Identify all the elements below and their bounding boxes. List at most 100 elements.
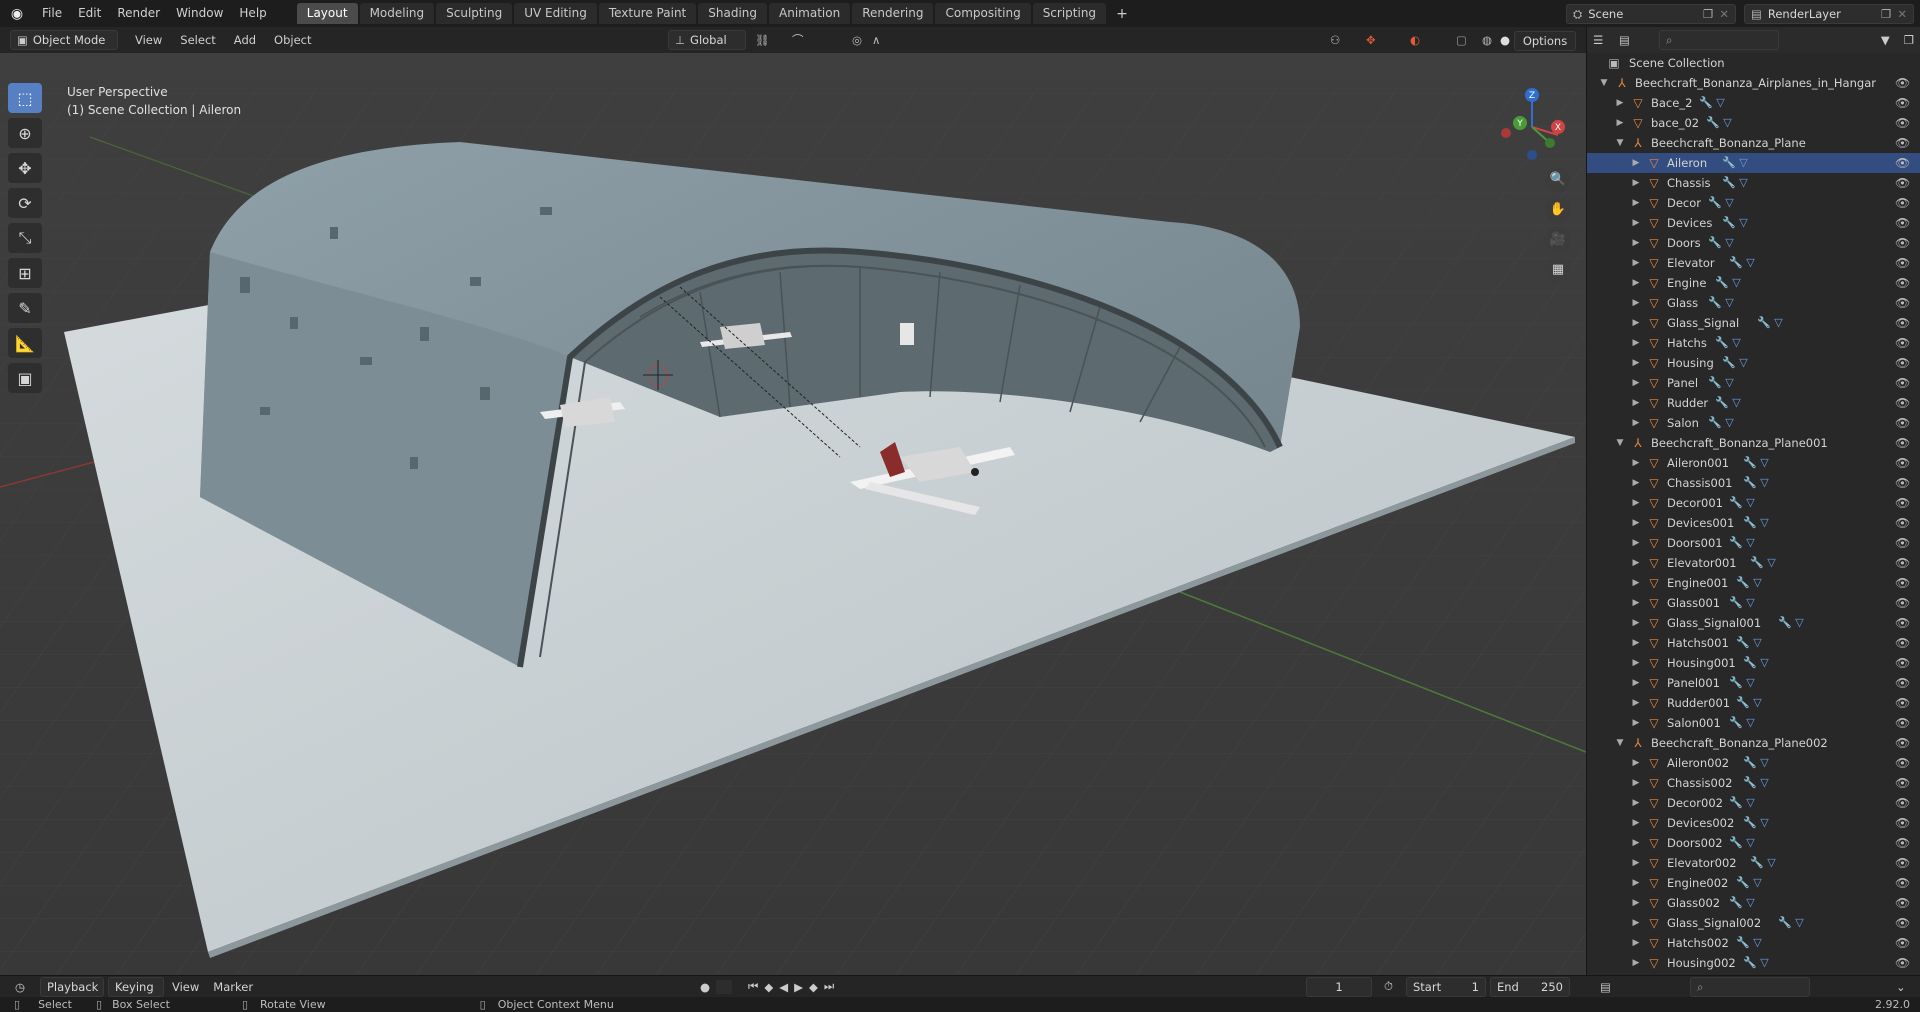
outliner-row[interactable]: ▶ ▽ Doors001 🔧 ▽ 👁 xyxy=(1587,533,1920,553)
outliner-row[interactable]: ▶ ▽ Rudder001 🔧 ▽ 👁 xyxy=(1587,693,1920,713)
modifier-data-icon[interactable]: 🔧 ▽ xyxy=(1729,673,1755,693)
expand-icon[interactable]: ▶ xyxy=(1631,593,1641,613)
outliner-row[interactable]: ▶ ▽ Glass_Signal 🔧 ▽ 👁 xyxy=(1587,313,1920,333)
eye-icon[interactable]: 👁 xyxy=(1895,713,1910,733)
tab-rendering[interactable]: Rendering xyxy=(852,3,934,24)
outliner-row[interactable]: ▶ ▽ Salon 🔧 ▽ 👁 xyxy=(1587,413,1920,433)
mesh-object-icon[interactable]: ▽ xyxy=(1647,273,1661,293)
eye-icon[interactable]: 👁 xyxy=(1895,73,1910,93)
keying-set-icon[interactable] xyxy=(716,979,733,994)
expand-icon[interactable]: ▶ xyxy=(1631,833,1641,853)
outliner-row[interactable]: ▶ ▽ Elevator001 🔧 ▽ 👁 xyxy=(1587,553,1920,573)
tab-shading[interactable]: Shading xyxy=(698,3,767,24)
next-keyframe-icon[interactable]: ◆ xyxy=(809,980,818,994)
playback-menu[interactable]: Playback xyxy=(40,976,104,997)
outliner-row[interactable]: ▶ ▽ Housing 🔧 ▽ 👁 xyxy=(1587,353,1920,373)
expand-icon[interactable]: ▶ xyxy=(1631,713,1641,733)
eye-icon[interactable]: 👁 xyxy=(1895,873,1910,893)
modifier-data-icon[interactable]: 🔧 ▽ xyxy=(1729,713,1755,733)
outliner-row[interactable]: ▶ ▽ Engine 🔧 ▽ 👁 xyxy=(1587,273,1920,293)
modifier-data-icon[interactable]: 🔧 ▽ xyxy=(1750,553,1776,573)
expand-icon[interactable]: ▶ xyxy=(1631,473,1641,493)
tab-sculpting[interactable]: Sculpting xyxy=(436,3,513,24)
outliner-row[interactable]: ▶ ▽ Chassis001 🔧 ▽ 👁 xyxy=(1587,473,1920,493)
expand-icon[interactable]: ▶ xyxy=(1631,813,1641,833)
outliner-row[interactable]: ▶ ▽ Decor002 🔧 ▽ 👁 xyxy=(1587,793,1920,813)
outliner-row[interactable]: ▶ ▽ Doors002 🔧 ▽ 👁 xyxy=(1587,833,1920,853)
modifier-data-icon[interactable]: 🔧 ▽ xyxy=(1736,633,1762,653)
properties-expand-icon[interactable]: ⌄ xyxy=(1896,980,1906,994)
eye-icon[interactable]: 👁 xyxy=(1895,853,1910,873)
expand-icon[interactable]: ▶ xyxy=(1631,853,1641,873)
modifier-data-icon[interactable]: 🔧 ▽ xyxy=(1729,833,1755,853)
eye-icon[interactable]: 👁 xyxy=(1895,553,1910,573)
play-icon[interactable]: ▶ xyxy=(794,980,803,994)
outliner-row[interactable]: ▼ ⅄ Beechcraft_Bonanza_Plane002 👁 xyxy=(1587,733,1920,753)
end-frame-field[interactable]: End 250 xyxy=(1490,976,1570,997)
mesh-object-icon[interactable]: ▽ xyxy=(1647,213,1661,233)
outliner-row[interactable]: ▶ ▽ Panel 🔧 ▽ 👁 xyxy=(1587,373,1920,393)
mesh-object-icon[interactable]: ▽ xyxy=(1647,293,1661,313)
overlays-toggle-icon[interactable]: ◐ xyxy=(1410,33,1420,47)
mesh-object-icon[interactable]: ▽ xyxy=(1647,933,1661,953)
modifier-data-icon[interactable]: 🔧 ▽ xyxy=(1736,873,1762,893)
expand-icon[interactable]: ▶ xyxy=(1631,493,1641,513)
prev-keyframe-icon[interactable]: ◆ xyxy=(764,980,773,994)
modifier-data-icon[interactable]: 🔧 ▽ xyxy=(1743,813,1769,833)
mesh-object-icon[interactable]: ▽ xyxy=(1647,593,1661,613)
expand-icon[interactable]: ▶ xyxy=(1631,573,1641,593)
tab-texture-paint[interactable]: Texture Paint xyxy=(598,3,697,24)
expand-icon[interactable]: ▶ xyxy=(1631,173,1641,193)
eye-icon[interactable]: 👁 xyxy=(1895,313,1910,333)
eye-icon[interactable]: 👁 xyxy=(1895,733,1910,753)
eye-icon[interactable]: 👁 xyxy=(1895,533,1910,553)
mesh-object-icon[interactable]: ▽ xyxy=(1647,893,1661,913)
outliner-row[interactable]: ▶ ▽ Panel001 🔧 ▽ 👁 xyxy=(1587,673,1920,693)
menu-window[interactable]: Window xyxy=(168,0,231,27)
outliner-row[interactable]: ▶ ▽ bace_02 🔧 ▽ 👁 xyxy=(1587,113,1920,133)
outliner-row[interactable]: ▶ ▽ Aileron001 🔧 ▽ 👁 xyxy=(1587,453,1920,473)
timeline-view-menu[interactable]: View xyxy=(172,980,199,994)
outliner-row[interactable]: ▶ ▽ Glass001 🔧 ▽ 👁 xyxy=(1587,593,1920,613)
empty-object-icon[interactable]: ⅄ xyxy=(1631,433,1645,453)
outliner-row[interactable]: ▶ ▽ Aileron002 🔧 ▽ 👁 xyxy=(1587,753,1920,773)
collapse-icon[interactable]: ▼ xyxy=(1615,433,1625,453)
mesh-object-icon[interactable]: ▽ xyxy=(1647,513,1661,533)
eye-icon[interactable]: 👁 xyxy=(1895,753,1910,773)
expand-icon[interactable]: ▶ xyxy=(1631,693,1641,713)
ortho-grid-icon[interactable]: ▦ xyxy=(1545,257,1571,283)
record-icon[interactable]: ● xyxy=(700,980,710,994)
editor-type-icon[interactable]: ☰ xyxy=(1593,33,1619,47)
modifier-data-icon[interactable]: 🔧 ▽ xyxy=(1722,173,1748,193)
menu-edit[interactable]: Edit xyxy=(70,0,109,27)
proportional-edit-icon[interactable]: ◎ xyxy=(852,33,862,47)
eye-icon[interactable]: 👁 xyxy=(1895,773,1910,793)
expand-icon[interactable]: ▶ xyxy=(1631,333,1641,353)
properties-editor-icon[interactable]: ▤ xyxy=(1600,980,1611,994)
modifier-data-icon[interactable]: 🔧 ▽ xyxy=(1708,233,1734,253)
expand-icon[interactable]: ▶ xyxy=(1631,513,1641,533)
eye-icon[interactable]: 👁 xyxy=(1895,213,1910,233)
modifier-data-icon[interactable]: 🔧 ▽ xyxy=(1706,113,1732,133)
modifier-data-icon[interactable]: 🔧 ▽ xyxy=(1743,953,1769,973)
timeline-editor-icon[interactable]: ◷ xyxy=(0,980,40,994)
mesh-object-icon[interactable]: ▽ xyxy=(1647,573,1661,593)
expand-icon[interactable]: ▶ xyxy=(1631,613,1641,633)
outliner-row[interactable]: ▶ ▽ Housing002 🔧 ▽ 👁 xyxy=(1587,953,1920,973)
mesh-object-icon[interactable]: ▽ xyxy=(1647,333,1661,353)
eye-icon[interactable]: 👁 xyxy=(1895,413,1910,433)
outliner-row[interactable]: ▶ ▽ Chassis 🔧 ▽ 👁 xyxy=(1587,173,1920,193)
outliner-row[interactable]: ▶ ▽ Engine001 🔧 ▽ 👁 xyxy=(1587,573,1920,593)
snap-icon[interactable]: ⌒ xyxy=(792,32,804,48)
outliner-row[interactable]: ▼ ⅄ Beechcraft_Bonanza_Plane 👁 xyxy=(1587,133,1920,153)
modifier-data-icon[interactable]: 🔧 ▽ xyxy=(1743,453,1769,473)
modifier-data-icon[interactable]: 🔧 ▽ xyxy=(1722,353,1748,373)
menu-render[interactable]: Render xyxy=(109,0,168,27)
eye-icon[interactable]: 👁 xyxy=(1895,813,1910,833)
eye-icon[interactable]: 👁 xyxy=(1895,273,1910,293)
mesh-object-icon[interactable]: ▽ xyxy=(1647,813,1661,833)
mesh-object-icon[interactable]: ▽ xyxy=(1647,633,1661,653)
mesh-object-icon[interactable]: ▽ xyxy=(1647,533,1661,553)
outliner-row[interactable]: ▶ ▽ Salon001 🔧 ▽ 👁 xyxy=(1587,713,1920,733)
eye-icon[interactable]: 👁 xyxy=(1895,373,1910,393)
